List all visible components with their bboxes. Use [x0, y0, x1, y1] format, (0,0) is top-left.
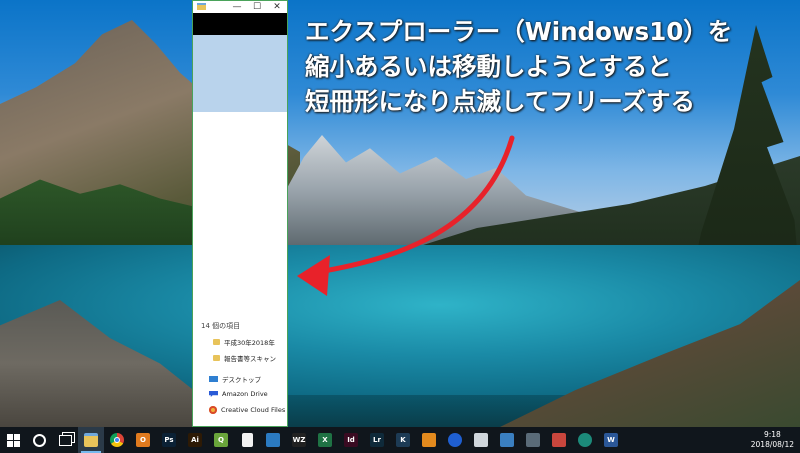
taskbar-app-k-button[interactable]: K — [390, 427, 416, 453]
taskbar-app-chart-button[interactable] — [494, 427, 520, 453]
clock[interactable]: 9:18 2018/08/12 — [751, 430, 794, 450]
folder-icon — [84, 433, 98, 447]
app-icon — [500, 433, 514, 447]
app-icon: K — [396, 433, 410, 447]
taskbar-chrome-button[interactable] — [104, 427, 130, 453]
taskbar-photoshop-button[interactable]: Ps — [156, 427, 182, 453]
excel-icon: X — [318, 433, 332, 447]
desktop-wallpaper: — ☐ ✕ 14 個の項目 平成30年2018年 報告書等スキャン デスクトップ — [0, 0, 800, 427]
clock-time: 9:18 — [763, 430, 781, 439]
word-icon: W — [604, 433, 618, 447]
taskbar-icon-label: Lr — [373, 436, 381, 444]
taskbar-apps: O Ps Ai Q WZ X Id Lr K W — [0, 427, 624, 453]
app-icon — [448, 433, 462, 447]
taskbar-app-image-button[interactable] — [546, 427, 572, 453]
taskbar-app-camera-button[interactable] — [520, 427, 546, 453]
taskbar-excel-button[interactable]: X — [312, 427, 338, 453]
taskbar-wz-button[interactable]: WZ — [286, 427, 312, 453]
taskbar-icon-label: Q — [218, 436, 224, 444]
arrow-shaft — [315, 135, 515, 275]
search-circle-icon — [32, 433, 46, 447]
taskbar-lightroom-button[interactable]: Lr — [364, 427, 390, 453]
taskbar-word-button[interactable]: W — [598, 427, 624, 453]
taskbar-app-globe-button[interactable] — [572, 427, 598, 453]
taskbar-icon-label: Ai — [191, 436, 199, 444]
image-icon — [552, 433, 566, 447]
taskbar-icon-label: O — [140, 436, 146, 444]
globe-icon — [578, 433, 592, 447]
taskbar-illustrator-button[interactable]: Ai — [182, 427, 208, 453]
photoshop-icon: Ps — [162, 433, 176, 447]
clock-date: 2018/08/12 — [750, 440, 794, 449]
taskbar-app-cursor-button[interactable] — [468, 427, 494, 453]
butterfly-icon — [422, 433, 436, 447]
app-icon — [266, 433, 280, 447]
taskbar-icon-label: X — [322, 436, 328, 444]
taskbar-app-blue-button[interactable] — [260, 427, 286, 453]
app-icon — [474, 433, 488, 447]
annotation-arrow — [297, 135, 515, 296]
taskbar-start-button[interactable] — [0, 427, 26, 453]
indesign-icon: Id — [344, 433, 358, 447]
wz-icon: WZ — [292, 433, 306, 447]
taskbar-cortana-button[interactable] — [26, 427, 52, 453]
task-view-icon — [58, 434, 72, 446]
taskbar-icon-label: Ps — [164, 436, 174, 444]
qgis-icon: Q — [214, 433, 228, 447]
windows-logo-icon — [6, 433, 20, 447]
document-icon — [241, 433, 253, 447]
taskbar-icon-label: K — [400, 436, 406, 444]
taskbar-outlook-button[interactable]: O — [130, 427, 156, 453]
taskbar-icon-label: W — [607, 436, 615, 444]
taskbar-task-view-button[interactable] — [52, 427, 78, 453]
taskbar-app-circle-button[interactable] — [442, 427, 468, 453]
taskbar-file-explorer-button[interactable] — [78, 427, 104, 453]
chrome-icon — [110, 433, 124, 447]
arrow-head — [297, 255, 330, 296]
taskbar-butterfly-button[interactable] — [416, 427, 442, 453]
taskbar-icon-label: WZ — [292, 436, 306, 444]
taskbar-indesign-button[interactable]: Id — [338, 427, 364, 453]
lightroom-icon: Lr — [370, 433, 384, 447]
taskbar-qgis-button[interactable]: Q — [208, 427, 234, 453]
illustrator-icon: Ai — [188, 433, 202, 447]
outlook-icon: O — [136, 433, 150, 447]
taskbar-notepad-button[interactable] — [234, 427, 260, 453]
app-icon — [526, 433, 540, 447]
taskbar-icon-label: Id — [347, 436, 355, 444]
taskbar: O Ps Ai Q WZ X Id Lr K W 9:18 2018/08/12 — [0, 427, 800, 453]
